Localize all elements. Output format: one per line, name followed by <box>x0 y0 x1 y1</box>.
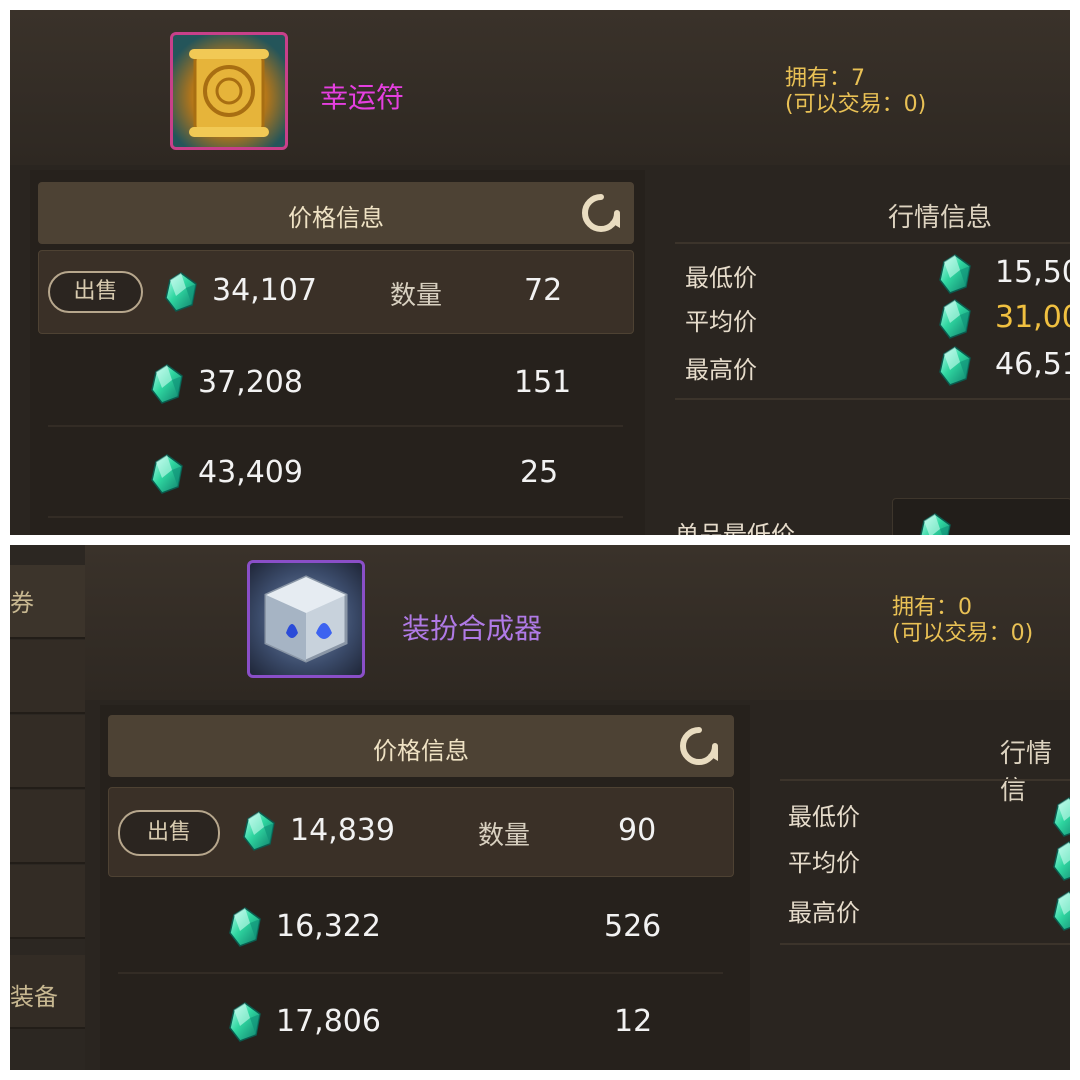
sidebar-label-top: 券 <box>10 589 34 617</box>
refresh-icon[interactable] <box>580 192 622 234</box>
quantity-label: 数量 <box>478 821 531 851</box>
scroll-icon <box>189 49 269 137</box>
market-divider <box>780 779 1070 781</box>
max-price-value: 46,51 <box>995 347 1070 382</box>
quantity-value: 90 <box>618 813 657 848</box>
sell-button[interactable]: 出售 <box>118 810 220 856</box>
avg-price-label: 平均价 <box>788 849 860 877</box>
price-info-title: 价格信息 <box>288 204 384 232</box>
gem-icon <box>150 364 184 404</box>
quantity-label: 数量 <box>390 281 443 311</box>
gem-icon <box>150 454 184 494</box>
sidebar-item[interactable] <box>10 640 85 714</box>
quantity-value: 72 <box>524 273 563 308</box>
max-price-label: 最高价 <box>788 899 860 927</box>
price-value: 37,208 <box>198 365 303 400</box>
row-divider <box>48 516 623 518</box>
quantity-value: 151 <box>514 365 572 400</box>
gem-icon <box>938 299 972 339</box>
sidebar: 券 装备 <box>10 545 85 1070</box>
gem-icon <box>228 907 262 947</box>
tradable-text: (可以交易：0) <box>892 621 1034 646</box>
item-icon[interactable] <box>170 32 288 150</box>
market-info-title: 行情信息 <box>888 203 993 233</box>
market-divider <box>675 242 1070 244</box>
price-info-header: 价格信息 <box>38 182 634 244</box>
cube-icon <box>264 575 348 663</box>
price-value: 14,839 <box>290 813 395 848</box>
gem-icon <box>1052 841 1070 881</box>
price-value: 16,322 <box>276 909 381 944</box>
quantity-value: 526 <box>604 909 662 944</box>
price-info-title: 价格信息 <box>373 737 469 765</box>
owned-text: 拥有：0 <box>892 595 972 620</box>
item-name: 幸运符 <box>320 81 405 114</box>
quantity-value: 25 <box>520 455 559 490</box>
tradable-text: (可以交易：0) <box>785 92 927 117</box>
item-icon[interactable] <box>247 560 365 678</box>
gem-icon <box>1052 797 1070 837</box>
row-divider <box>48 425 623 427</box>
min-price-label: 最低价 <box>788 803 860 831</box>
listing-panel: 幸运符 拥有：7 (可以交易：0) 价格信息 出售 34,107 数量 72 3… <box>10 10 1070 535</box>
min-price-value: 15,50 <box>995 255 1070 290</box>
market-divider <box>675 398 1070 400</box>
owned-count: 拥有：7 (可以交易：0) <box>785 66 926 118</box>
gem-icon <box>938 346 972 386</box>
sidebar-item[interactable] <box>10 715 85 789</box>
gem-icon <box>918 513 952 535</box>
gem-icon <box>938 254 972 294</box>
price-value: 17,806 <box>276 1004 381 1039</box>
market-info-title: 行情信 <box>1000 739 1053 806</box>
listing-panel: 券 装备 装扮合成器 拥有：0 (可以交易：0) 价格信息 出售 14,839 … <box>10 545 1070 1070</box>
sell-button[interactable]: 出售 <box>48 271 143 313</box>
gem-icon <box>1052 891 1070 931</box>
max-price-label: 最高价 <box>685 356 757 384</box>
avg-price-value: 31,00 <box>995 300 1070 335</box>
gem-icon <box>164 272 198 312</box>
min-price-label: 最低价 <box>685 264 757 292</box>
price-value: 34,107 <box>212 273 317 308</box>
refresh-icon[interactable] <box>678 725 720 767</box>
market-divider <box>780 943 1070 945</box>
price-value: 43,409 <box>198 455 303 490</box>
sidebar-item[interactable] <box>10 790 85 864</box>
avg-price-label: 平均价 <box>685 308 757 336</box>
item-name: 装扮合成器 <box>402 612 543 645</box>
single-low-label: 单品最低价 <box>675 521 795 535</box>
gem-icon <box>242 811 276 851</box>
gem-icon <box>228 1002 262 1042</box>
sidebar-item[interactable] <box>10 865 85 939</box>
owned-text: 拥有：7 <box>785 66 865 91</box>
price-info-header: 价格信息 <box>108 715 734 777</box>
owned-count: 拥有：0 (可以交易：0) <box>892 595 1033 647</box>
quantity-value: 12 <box>614 1004 653 1039</box>
sidebar-label-bottom: 装备 <box>10 983 58 1011</box>
row-divider <box>118 972 723 974</box>
